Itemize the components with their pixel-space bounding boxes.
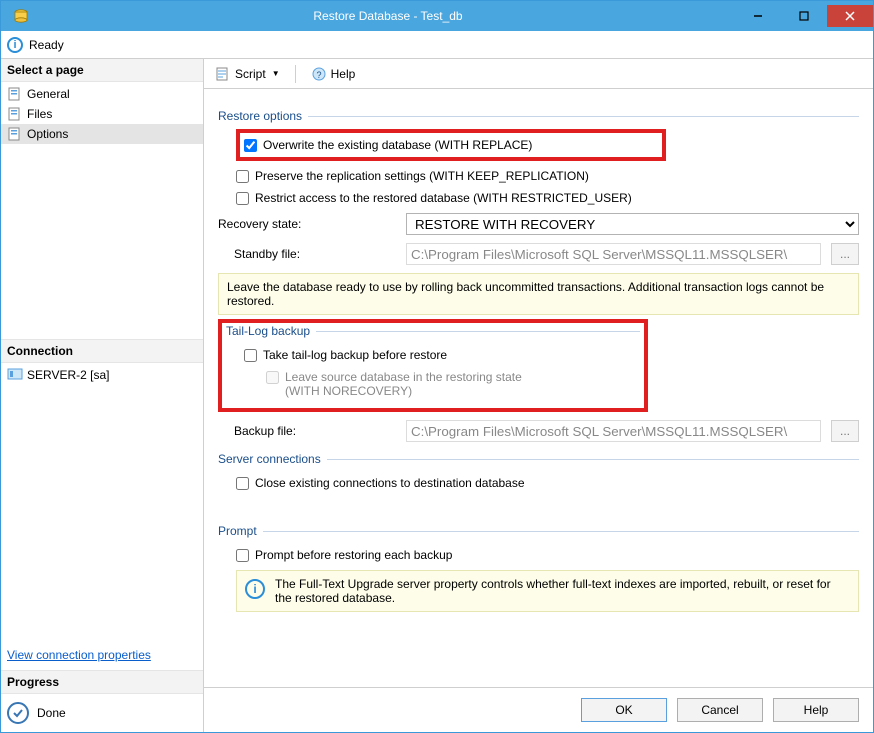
leave-source-row: Leave source database in the restoring s… [266,366,640,402]
info-icon: i [7,37,23,53]
overwrite-checkbox[interactable] [244,139,257,152]
connection-server: SERVER-2 [sa] [1,363,203,387]
progress-header: Progress [1,670,203,694]
restrict-checkbox[interactable] [236,192,249,205]
leave-source-label: Leave source database in the restoring s… [285,370,522,398]
help-label: Help [331,67,356,81]
help-button[interactable]: ? Help [306,63,361,85]
restore-options-title: Restore options [218,109,859,123]
dialog-footer: OK Cancel Help [204,687,873,732]
close-existing-label: Close existing connections to destinatio… [255,476,525,490]
take-taillog-checkbox[interactable] [244,349,257,362]
recovery-state-label: Recovery state: [218,217,396,231]
progress-text: Done [37,706,66,720]
cancel-button[interactable]: Cancel [677,698,763,722]
standby-file-input [406,243,821,265]
help-icon: ? [311,66,327,82]
take-taillog-label: Take tail-log backup before restore [263,348,447,362]
backup-browse-button: ... [831,420,859,442]
divider [295,65,296,83]
preserve-label: Preserve the replication settings (WITH … [255,169,589,183]
minimize-button[interactable] [735,5,781,27]
options-content: Restore options Overwrite the existing d… [204,89,873,687]
page-label: Options [27,127,68,141]
sidebar: Select a page General Files Options Conn… [1,59,204,732]
close-button[interactable] [827,5,873,27]
status-bar: i Ready [1,31,873,59]
prompt-before-row[interactable]: Prompt before restoring each backup [236,544,859,566]
highlight-overwrite: Overwrite the existing database (WITH RE… [236,129,666,161]
maximize-button[interactable] [781,5,827,27]
tail-log-title: Tail-Log backup [226,324,640,338]
server-connections-title: Server connections [218,452,859,466]
page-icon [7,86,23,102]
backup-file-input [406,420,821,442]
recovery-state-combo[interactable]: RESTORE WITH RECOVERY [406,213,859,235]
help-button[interactable]: Help [773,698,859,722]
main: Script ▼ ? Help Restore options Overwrit… [204,59,873,732]
connection-header: Connection [1,339,203,363]
take-taillog-row[interactable]: Take tail-log backup before restore [244,344,640,366]
progress-row: Done [1,694,203,732]
prompt-before-label: Prompt before restoring each backup [255,548,452,562]
titlebar[interactable]: Restore Database - Test_db [1,1,873,31]
preserve-checkbox[interactable] [236,170,249,183]
close-existing-checkbox[interactable] [236,477,249,490]
leave-source-checkbox [266,371,279,384]
script-button[interactable]: Script ▼ [210,63,285,85]
status-text: Ready [29,38,64,52]
server-icon [7,367,23,383]
prompt-title: Prompt [218,524,859,538]
fulltext-info-box: i The Full-Text Upgrade server property … [236,570,859,612]
page-list: General Files Options [1,82,203,339]
page-options[interactable]: Options [1,124,203,144]
done-icon [7,702,29,724]
recovery-note-text: Leave the database ready to use by rolli… [227,280,850,308]
page-files[interactable]: Files [1,104,203,124]
restrict-checkbox-row[interactable]: Restrict access to the restored database… [236,187,859,209]
fulltext-info-text: The Full-Text Upgrade server property co… [275,577,850,605]
page-label: General [27,87,70,101]
script-icon [215,66,231,82]
restore-database-dialog: Restore Database - Test_db i Ready Selec… [0,0,874,733]
backup-file-label: Backup file: [218,424,396,438]
script-label: Script [235,67,266,81]
preserve-checkbox-row[interactable]: Preserve the replication settings (WITH … [236,165,859,187]
standby-file-label: Standby file: [218,247,396,261]
page-general[interactable]: General [1,84,203,104]
restrict-label: Restrict access to the restored database… [255,191,632,205]
toolbar: Script ▼ ? Help [204,59,873,89]
page-icon [7,106,23,122]
highlight-taillog: Tail-Log backup Take tail-log backup bef… [218,319,648,412]
prompt-before-checkbox[interactable] [236,549,249,562]
chevron-down-icon: ▼ [272,69,280,78]
page-icon [7,126,23,142]
view-connection-properties-link[interactable]: View connection properties [1,640,203,670]
svg-text:?: ? [316,70,321,80]
server-label: SERVER-2 [sa] [27,368,109,382]
select-page-header: Select a page [1,59,203,82]
app-icon [1,8,41,24]
overwrite-checkbox-row[interactable]: Overwrite the existing database (WITH RE… [244,134,658,156]
close-existing-row[interactable]: Close existing connections to destinatio… [236,472,859,494]
info-icon: i [245,579,265,599]
page-label: Files [27,107,52,121]
overwrite-label: Overwrite the existing database (WITH RE… [263,138,532,152]
ok-button[interactable]: OK [581,698,667,722]
window-title: Restore Database - Test_db [41,9,735,23]
recovery-note: Leave the database ready to use by rolli… [218,273,859,315]
standby-browse-button: ... [831,243,859,265]
